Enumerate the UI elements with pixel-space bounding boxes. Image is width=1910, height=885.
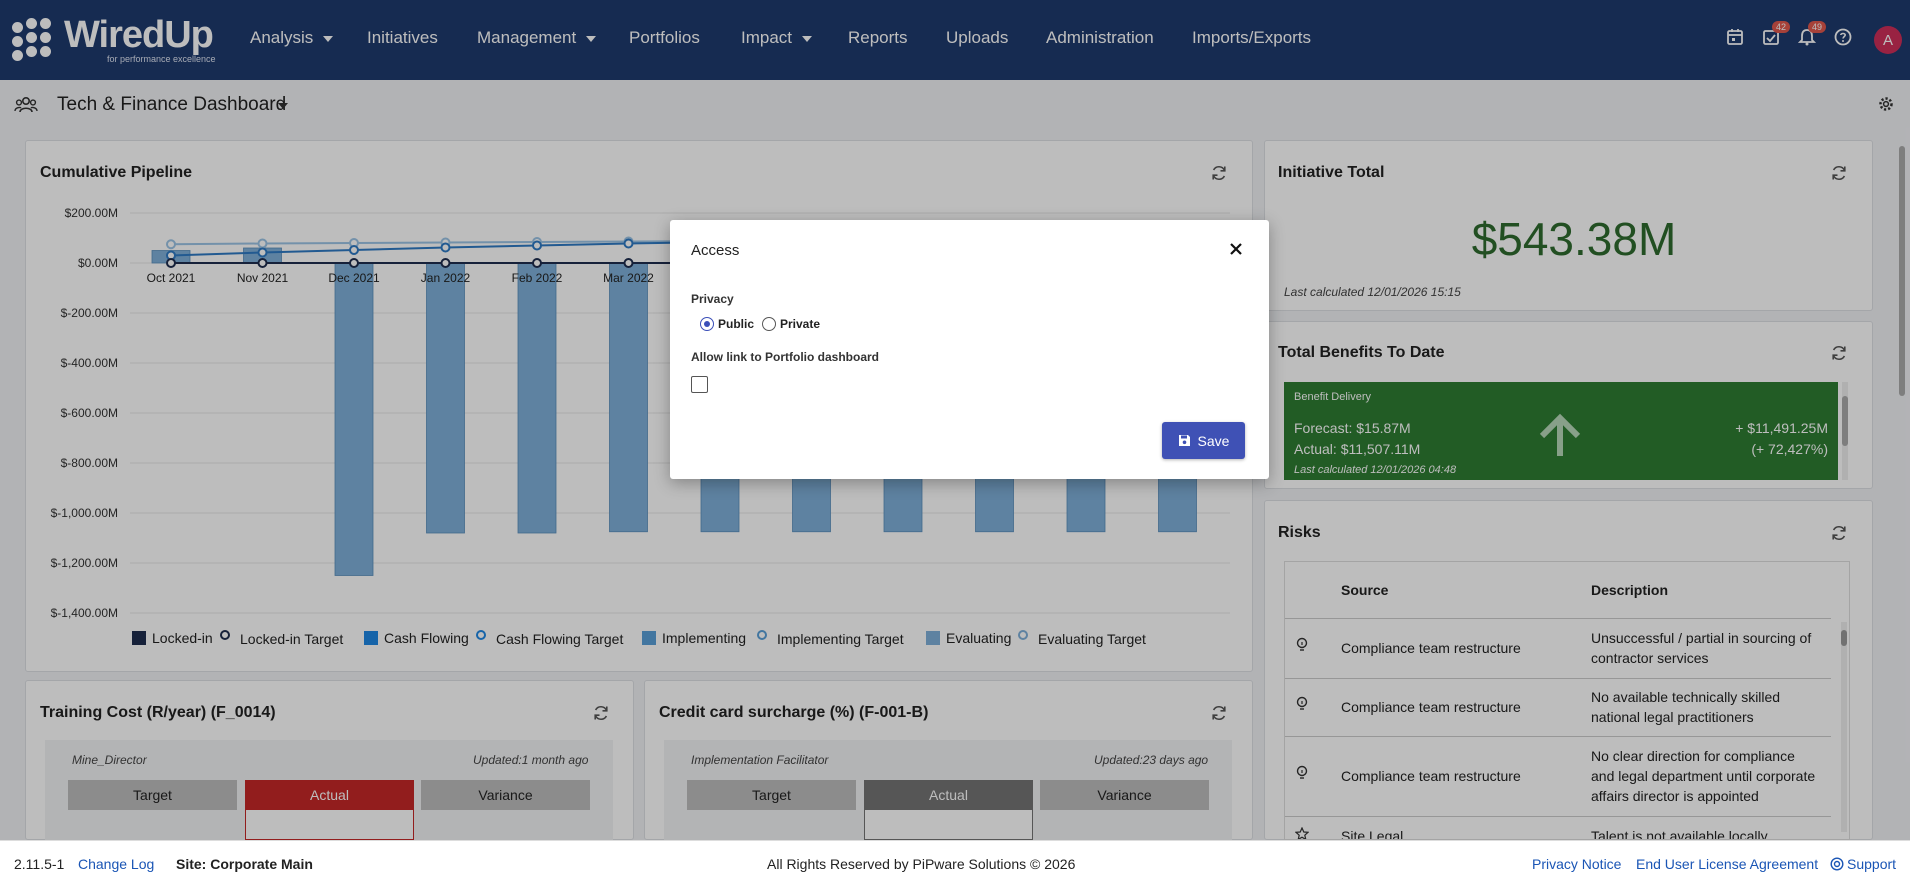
eula-link[interactable]: End User License Agreement: [1636, 856, 1818, 872]
change-log-link[interactable]: Change Log: [78, 856, 154, 872]
version-text: 2.11.5-1: [14, 856, 65, 872]
allow-link-label: Allow link to Portfolio dashboard: [691, 350, 879, 364]
dialog-title: Access: [691, 242, 740, 259]
support-link[interactable]: Support: [1830, 856, 1896, 872]
radio-private[interactable]: Private: [762, 317, 820, 331]
floppy-disk-icon: [1178, 435, 1190, 446]
support-icon: [1830, 857, 1844, 871]
privacy-label: Privacy: [691, 292, 734, 306]
save-button[interactable]: Save: [1162, 422, 1245, 459]
access-dialog: Access Privacy Public Private Allow link…: [670, 220, 1269, 479]
radio-unchecked-icon: [762, 317, 776, 331]
site-text: Site: Corporate Main: [176, 856, 313, 872]
radio-checked-icon: [700, 317, 714, 331]
copyright-text: All Rights Reserved by PiPware Solutions…: [767, 856, 1076, 872]
allow-link-checkbox[interactable]: [691, 376, 708, 393]
footer: 2.11.5-1 Change Log Site: Corporate Main…: [0, 840, 1910, 885]
privacy-notice-link[interactable]: Privacy Notice: [1532, 856, 1621, 872]
close-icon[interactable]: [1229, 240, 1243, 260]
radio-public[interactable]: Public: [700, 317, 754, 331]
